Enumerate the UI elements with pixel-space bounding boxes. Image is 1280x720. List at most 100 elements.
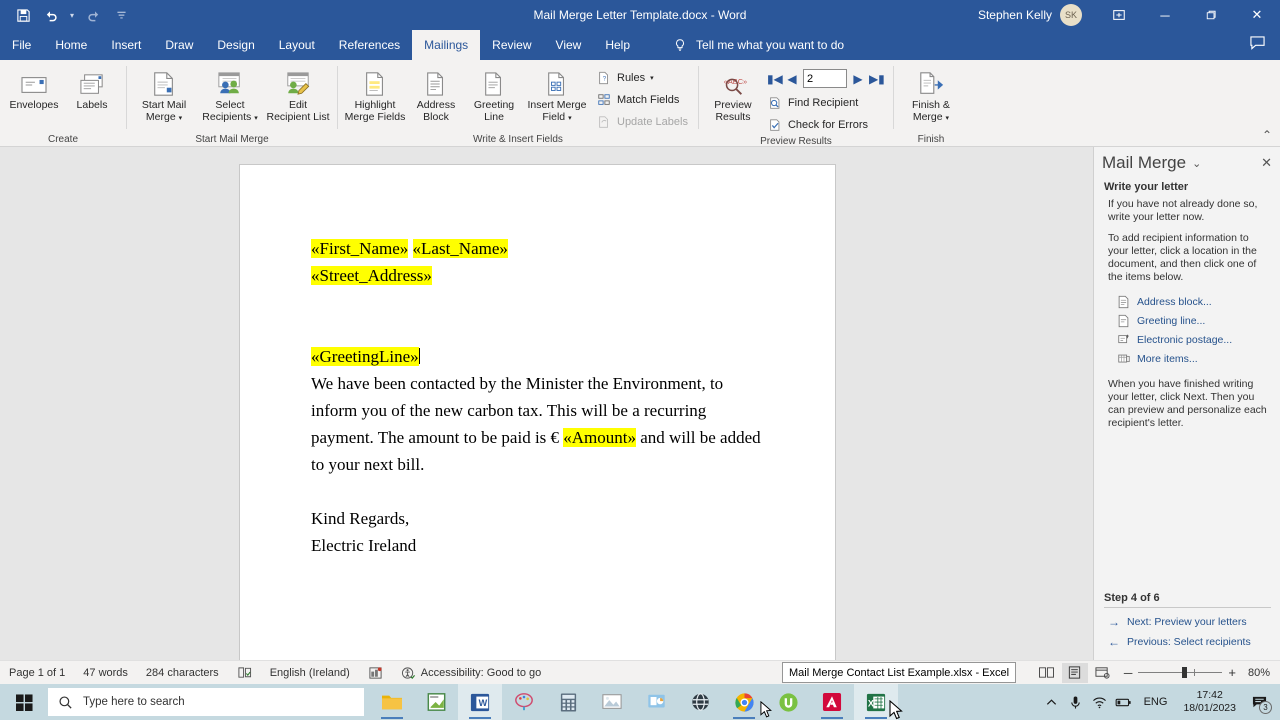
- ribbon-display-options-icon[interactable]: [1096, 0, 1142, 30]
- tab-file[interactable]: File: [0, 30, 43, 60]
- finish-and-merge-button[interactable]: Finish & Merge ▾: [900, 64, 962, 125]
- clock[interactable]: 17:42 18/01/2023: [1175, 689, 1244, 715]
- close-icon[interactable]: ✕: [1261, 155, 1272, 171]
- doc-blank-line: [311, 289, 771, 316]
- document-page[interactable]: «First_Name» «Last_Name» «Street_Address…: [240, 165, 835, 660]
- greeting-line-button[interactable]: Greeting Line: [466, 64, 522, 123]
- paint-icon[interactable]: [502, 684, 546, 720]
- chevron-up-icon[interactable]: [1040, 684, 1064, 720]
- edit-recipient-list-button[interactable]: Edit Recipient List: [265, 64, 331, 123]
- status-language[interactable]: English (Ireland): [261, 667, 359, 679]
- save-icon[interactable]: [10, 3, 36, 27]
- avatar[interactable]: SK: [1060, 4, 1082, 26]
- task-pane-link-electronic-postage[interactable]: Electronic postage...: [1094, 330, 1280, 349]
- tab-references[interactable]: References: [327, 30, 412, 60]
- ribbon-group-finish: Finish & Merge ▾ Finish: [894, 60, 968, 147]
- tab-mailings[interactable]: Mailings: [412, 30, 481, 60]
- record-number-input[interactable]: 2: [802, 69, 847, 88]
- check-for-errors-button[interactable]: Check for Errors: [763, 115, 887, 134]
- highlight-merge-fields-button[interactable]: Highlight Merge Fields: [344, 64, 406, 123]
- document-workspace[interactable]: «First_Name» «Last_Name» «Street_Address…: [0, 147, 1093, 660]
- search-input[interactable]: Type here to search: [48, 688, 364, 716]
- zoom-slider[interactable]: ─ +: [1118, 665, 1242, 680]
- tab-home[interactable]: Home: [43, 30, 99, 60]
- minimize-button[interactable]: ─: [1142, 0, 1188, 30]
- wifi-icon[interactable]: [1088, 684, 1112, 720]
- windows-taskbar: Type here to search W X ENG 17:42 18/01/…: [0, 684, 1280, 720]
- language-indicator[interactable]: ENG: [1136, 696, 1176, 708]
- restore-button[interactable]: [1188, 0, 1234, 30]
- tab-review[interactable]: Review: [480, 30, 543, 60]
- print-layout-view-button[interactable]: [1061, 662, 1088, 683]
- battery-icon[interactable]: [1112, 684, 1136, 720]
- task-pane-previous-link[interactable]: ← Previous: Select recipients: [1108, 635, 1278, 649]
- customize-qat-icon[interactable]: [108, 3, 134, 27]
- adobe-icon[interactable]: [810, 684, 854, 720]
- status-page-number[interactable]: Page 1 of 1: [0, 667, 74, 679]
- chevron-down-icon[interactable]: ▾: [179, 115, 183, 122]
- tab-view[interactable]: View: [544, 30, 594, 60]
- microphone-icon[interactable]: [1064, 684, 1088, 720]
- task-pane-next-link[interactable]: → Next: Preview your letters: [1108, 615, 1278, 629]
- next-record-icon[interactable]: ▶: [851, 72, 865, 86]
- web-layout-view-button[interactable]: [1090, 663, 1116, 683]
- undo-dropdown-icon[interactable]: ▾: [66, 11, 78, 20]
- tab-draw[interactable]: Draw: [153, 30, 205, 60]
- first-record-icon[interactable]: ▮◀: [767, 72, 783, 86]
- photos-icon[interactable]: [590, 684, 634, 720]
- preview-results-button[interactable]: «ABC» Preview Results: [705, 64, 761, 123]
- update-labels-button: Update Labels: [592, 112, 692, 131]
- rules-button[interactable]: ? Rules ▾: [592, 68, 692, 87]
- status-word-count[interactable]: 47 words: [74, 667, 137, 679]
- previous-record-icon[interactable]: ◀: [785, 72, 799, 86]
- tab-help[interactable]: Help: [593, 30, 642, 60]
- tab-design[interactable]: Design: [205, 30, 266, 60]
- chevron-down-icon[interactable]: ▾: [568, 115, 572, 122]
- status-character-count[interactable]: 284 characters: [137, 667, 228, 679]
- zoom-in-button[interactable]: +: [1228, 665, 1236, 680]
- collapse-ribbon-icon[interactable]: ⌃: [1262, 128, 1272, 142]
- chevron-down-icon[interactable]: ▾: [254, 115, 258, 122]
- document-body[interactable]: «First_Name» «Last_Name» «Street_Address…: [311, 235, 771, 559]
- start-mail-merge-button[interactable]: Start Mail Merge ▾: [133, 64, 195, 125]
- calculator-icon[interactable]: [546, 684, 590, 720]
- tell-me-search[interactable]: Tell me what you want to do: [672, 30, 844, 60]
- task-pane-link-more-items[interactable]: More items...: [1094, 349, 1280, 368]
- file-explorer-icon[interactable]: [370, 684, 414, 720]
- find-recipient-button[interactable]: Find Recipient: [763, 93, 887, 112]
- task-pane-link-address-block[interactable]: Address block...: [1094, 292, 1280, 311]
- read-mode-view-button[interactable]: [1034, 663, 1060, 683]
- notepad-icon[interactable]: [414, 684, 458, 720]
- browser-icon[interactable]: [678, 684, 722, 720]
- labels-button[interactable]: Labels: [64, 64, 120, 111]
- zoom-level[interactable]: 80%: [1244, 667, 1272, 679]
- address-block-button[interactable]: Address Block: [408, 64, 464, 123]
- preview-results-label1: Preview: [714, 99, 752, 111]
- comment-icon[interactable]: [1249, 35, 1266, 55]
- redo-icon[interactable]: [80, 3, 106, 27]
- proofing-icon[interactable]: [228, 666, 261, 680]
- select-recipients-button[interactable]: Select Recipients ▾: [197, 64, 263, 125]
- status-accessibility[interactable]: Accessibility: Good to go: [392, 666, 550, 680]
- zoom-out-button[interactable]: ─: [1124, 666, 1133, 680]
- tab-layout[interactable]: Layout: [267, 30, 327, 60]
- envelopes-button[interactable]: Envelopes: [6, 64, 62, 111]
- word-icon[interactable]: W: [458, 684, 502, 720]
- chevron-down-icon[interactable]: ▾: [946, 115, 950, 122]
- close-button[interactable]: ✕: [1234, 0, 1280, 30]
- undo-icon[interactable]: [38, 3, 64, 27]
- highlight-merge-fields-label2: Merge Fields: [344, 111, 406, 123]
- task-pane-link-greeting-line[interactable]: Greeting line...: [1094, 311, 1280, 330]
- chevron-down-icon[interactable]: ⌄: [1192, 157, 1201, 170]
- match-fields-button[interactable]: Match Fields: [592, 90, 692, 109]
- chevron-down-icon[interactable]: ▾: [650, 74, 654, 82]
- macro-record-icon[interactable]: [359, 666, 392, 680]
- windows-start-icon[interactable]: [0, 684, 48, 720]
- insert-merge-field-button[interactable]: Insert Merge Field ▾: [524, 64, 590, 125]
- zoom-track[interactable]: [1138, 667, 1223, 678]
- last-record-icon[interactable]: ▶▮: [869, 72, 885, 86]
- notification-icon[interactable]: 3: [1244, 684, 1274, 720]
- powerpoint-icon[interactable]: [634, 684, 678, 720]
- zoom-handle[interactable]: [1182, 667, 1188, 678]
- tab-insert[interactable]: Insert: [99, 30, 153, 60]
